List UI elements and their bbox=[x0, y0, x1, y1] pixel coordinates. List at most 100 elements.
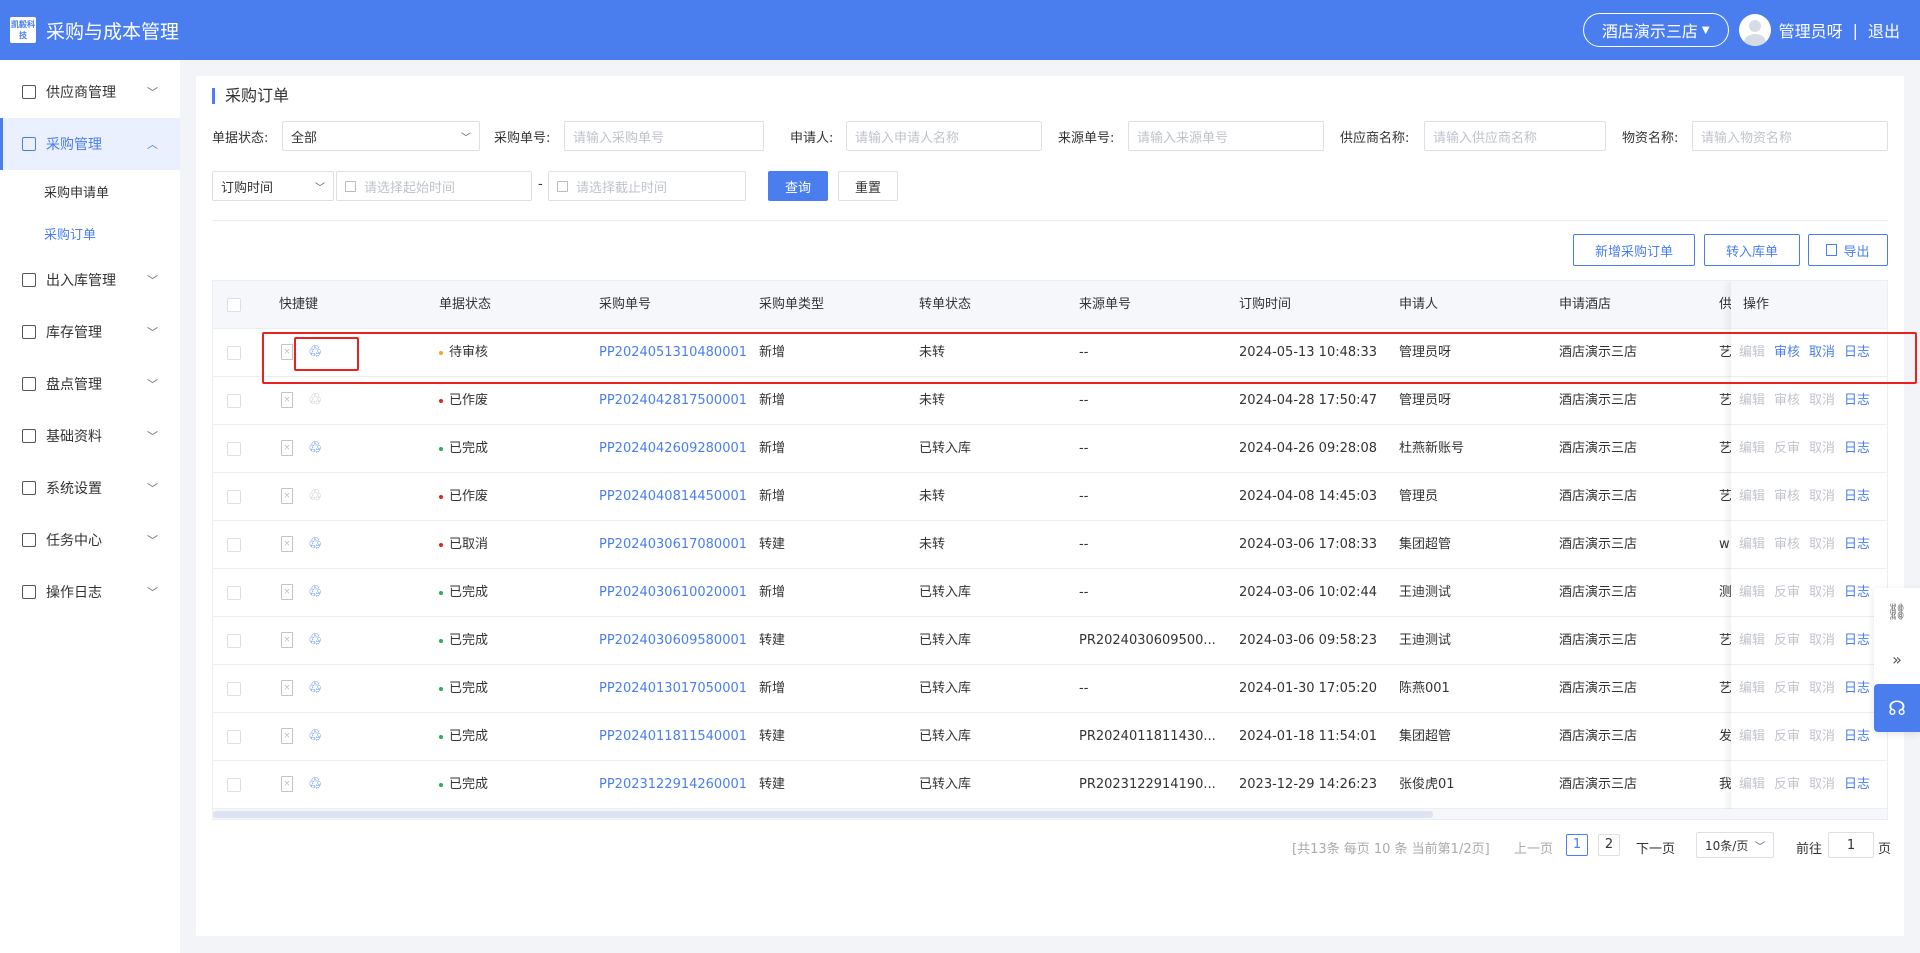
status-select[interactable]: 全部 ﹀ bbox=[282, 121, 480, 151]
void-doc-icon[interactable]: × bbox=[281, 344, 293, 360]
query-button[interactable]: 查询 bbox=[768, 171, 828, 201]
select-all-checkbox[interactable] bbox=[227, 298, 241, 312]
order-no-link[interactable]: PP2024030617080001 bbox=[599, 521, 747, 569]
op-1-button[interactable]: 反审 bbox=[1774, 713, 1800, 761]
recycle-icon[interactable]: ♲ bbox=[305, 582, 325, 602]
order-no-link[interactable]: PP2024042609280001 bbox=[599, 425, 747, 473]
op-0-button[interactable]: 编辑 bbox=[1739, 761, 1765, 809]
order-no-link[interactable]: PP2023122914260001 bbox=[599, 761, 747, 809]
op-0-button[interactable]: 编辑 bbox=[1739, 569, 1765, 617]
material-input[interactable]: 请输入物资名称 bbox=[1692, 121, 1888, 151]
row-checkbox[interactable] bbox=[227, 778, 241, 792]
order-no-input[interactable]: 请输入采购单号 bbox=[564, 121, 764, 151]
row-checkbox[interactable] bbox=[227, 634, 241, 648]
row-checkbox[interactable] bbox=[227, 490, 241, 504]
order-no-link[interactable]: PP2024042817500001 bbox=[599, 377, 747, 425]
reset-button[interactable]: 重置 bbox=[838, 171, 898, 201]
op-3-button[interactable]: 日志 bbox=[1844, 521, 1870, 569]
op-3-button[interactable]: 日志 bbox=[1844, 425, 1870, 473]
op-2-button[interactable]: 取消 bbox=[1809, 329, 1835, 377]
horizontal-scrollbar[interactable] bbox=[213, 809, 1887, 819]
sidebar-item-2[interactable]: 出入库管理 ﹀ bbox=[0, 254, 180, 306]
void-doc-icon[interactable]: × bbox=[281, 680, 293, 696]
order-no-link[interactable]: PP2024013017050001 bbox=[599, 665, 747, 713]
recycle-icon[interactable]: ♲ bbox=[305, 390, 325, 410]
add-order-button[interactable]: 新增采购订单 bbox=[1573, 234, 1695, 266]
supplier-input[interactable]: 请输入供应商名称 bbox=[1424, 121, 1606, 151]
order-no-link[interactable]: PP2024030609580001 bbox=[599, 617, 747, 665]
op-2-button[interactable]: 取消 bbox=[1809, 713, 1835, 761]
sidebar-item-4[interactable]: 盘点管理 ﹀ bbox=[0, 358, 180, 410]
order-no-link[interactable]: PP2024040814450001 bbox=[599, 473, 747, 521]
op-0-button[interactable]: 编辑 bbox=[1739, 377, 1765, 425]
op-0-button[interactable]: 编辑 bbox=[1739, 473, 1765, 521]
sidebar-item-3[interactable]: 库存管理 ﹀ bbox=[0, 306, 180, 358]
op-3-button[interactable]: 日志 bbox=[1844, 473, 1870, 521]
sidebar-item-7[interactable]: 任务中心 ﹀ bbox=[0, 514, 180, 566]
op-2-button[interactable]: 取消 bbox=[1809, 761, 1835, 809]
recycle-icon[interactable]: ♲ bbox=[305, 534, 325, 554]
void-doc-icon[interactable]: × bbox=[281, 632, 293, 648]
op-3-button[interactable]: 日志 bbox=[1844, 761, 1870, 809]
op-0-button[interactable]: 编辑 bbox=[1739, 713, 1765, 761]
export-button[interactable]: 导出 bbox=[1808, 234, 1888, 266]
double-chevron-icon[interactable]: » bbox=[1874, 636, 1920, 684]
void-doc-icon[interactable]: × bbox=[281, 584, 293, 600]
op-3-button[interactable]: 日志 bbox=[1844, 569, 1870, 617]
op-3-button[interactable]: 日志 bbox=[1844, 665, 1870, 713]
recycle-icon[interactable]: ♲ bbox=[305, 726, 325, 746]
op-0-button[interactable]: 编辑 bbox=[1739, 329, 1765, 377]
order-no-link[interactable]: PP2024051310480001 bbox=[599, 329, 747, 377]
logout-link[interactable]: 退出 bbox=[1868, 18, 1900, 42]
op-3-button[interactable]: 日志 bbox=[1844, 329, 1870, 377]
applicant-input[interactable]: 请输入申请人名称 bbox=[846, 121, 1042, 151]
op-3-button[interactable]: 日志 bbox=[1844, 377, 1870, 425]
void-doc-icon[interactable]: × bbox=[281, 488, 293, 504]
void-doc-icon[interactable]: × bbox=[281, 536, 293, 552]
op-2-button[interactable]: 取消 bbox=[1809, 617, 1835, 665]
op-0-button[interactable]: 编辑 bbox=[1739, 521, 1765, 569]
op-3-button[interactable]: 日志 bbox=[1844, 713, 1870, 761]
sidebar-subitem-1[interactable]: 采购订单 bbox=[0, 212, 180, 254]
op-0-button[interactable]: 编辑 bbox=[1739, 665, 1765, 713]
recycle-icon[interactable]: ♲ bbox=[305, 774, 325, 794]
recycle-icon[interactable]: ♲ bbox=[305, 630, 325, 650]
op-1-button[interactable]: 审核 bbox=[1774, 377, 1800, 425]
op-0-button[interactable]: 编辑 bbox=[1739, 425, 1765, 473]
start-date-input[interactable]: 请选择起始时间 bbox=[336, 171, 532, 201]
row-checkbox[interactable] bbox=[227, 394, 241, 408]
row-checkbox[interactable] bbox=[227, 538, 241, 552]
page-size-select[interactable]: 10条/页 ﹀ bbox=[1696, 832, 1774, 858]
prev-page-button[interactable]: 上一页 bbox=[1514, 838, 1553, 857]
op-0-button[interactable]: 编辑 bbox=[1739, 617, 1765, 665]
time-type-select[interactable]: 订购时间 ﹀ bbox=[212, 171, 334, 201]
void-doc-icon[interactable]: × bbox=[281, 440, 293, 456]
sidebar-item-5[interactable]: 基础资料 ﹀ bbox=[0, 410, 180, 462]
op-1-button[interactable]: 反审 bbox=[1774, 425, 1800, 473]
op-2-button[interactable]: 取消 bbox=[1809, 665, 1835, 713]
source-no-input[interactable]: 请输入来源单号 bbox=[1128, 121, 1324, 151]
row-checkbox[interactable] bbox=[227, 586, 241, 600]
order-no-link[interactable]: PP2024011811540001 bbox=[599, 713, 747, 761]
op-1-button[interactable]: 审核 bbox=[1774, 473, 1800, 521]
row-checkbox[interactable] bbox=[227, 442, 241, 456]
sidebar-item-8[interactable]: 操作日志 ﹀ bbox=[0, 566, 180, 618]
sidebar-item-0[interactable]: 供应商管理 ﹀ bbox=[0, 66, 180, 118]
op-2-button[interactable]: 取消 bbox=[1809, 377, 1835, 425]
user-name[interactable]: 管理员呀 bbox=[1779, 18, 1843, 42]
op-1-button[interactable]: 反审 bbox=[1774, 665, 1800, 713]
scrollbar-thumb[interactable] bbox=[213, 811, 1433, 818]
end-date-input[interactable]: 请选择截止时间 bbox=[548, 171, 746, 201]
row-checkbox[interactable] bbox=[227, 682, 241, 696]
op-2-button[interactable]: 取消 bbox=[1809, 569, 1835, 617]
op-1-button[interactable]: 反审 bbox=[1774, 617, 1800, 665]
void-doc-icon[interactable]: × bbox=[281, 776, 293, 792]
store-selector[interactable]: 酒店演示三店 ▼ bbox=[1582, 13, 1729, 47]
next-page-button[interactable]: 下一页 bbox=[1636, 838, 1675, 857]
recycle-icon[interactable]: ♲ bbox=[305, 486, 325, 506]
op-1-button[interactable]: 反审 bbox=[1774, 761, 1800, 809]
page-2-button[interactable]: 2 bbox=[1598, 834, 1620, 856]
row-checkbox[interactable] bbox=[227, 730, 241, 744]
op-1-button[interactable]: 审核 bbox=[1774, 329, 1800, 377]
recycle-icon[interactable]: ♲ bbox=[305, 678, 325, 698]
